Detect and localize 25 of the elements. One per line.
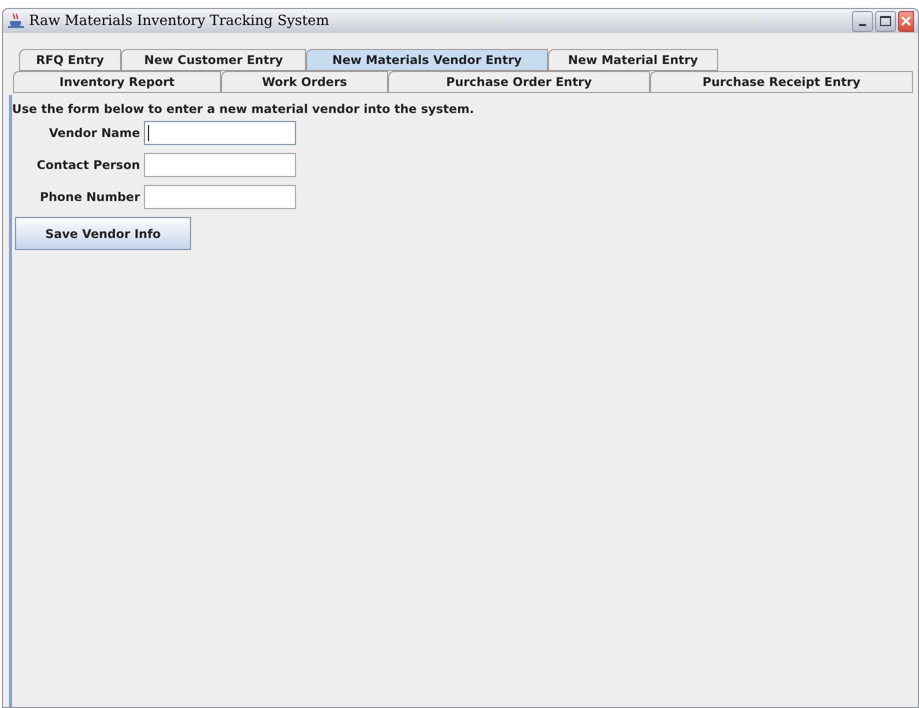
- tab[interactable]: New Customer Entry: [121, 49, 306, 71]
- input-field[interactable]: [144, 153, 296, 177]
- field-label: Vendor Name: [48, 125, 141, 142]
- minimize-icon: [859, 24, 866, 26]
- tab[interactable]: New Materials Vendor Entry: [306, 49, 548, 71]
- field-label: Phone Number: [38, 189, 141, 206]
- tab[interactable]: Purchase Receipt Entry: [650, 71, 913, 93]
- field-label: Contact Person: [36, 157, 141, 174]
- input-field[interactable]: [144, 185, 296, 209]
- minimize-button[interactable]: [852, 10, 873, 32]
- maximize-button[interactable]: [875, 10, 896, 32]
- save-vendor-info-button[interactable]: Save Vendor Info: [15, 217, 191, 250]
- window-title: Raw Materials Inventory Tracking System: [29, 12, 330, 30]
- tab[interactable]: Inventory Report: [13, 71, 221, 93]
- coffee-cup-icon: [7, 13, 25, 29]
- tab[interactable]: RFQ Entry: [19, 49, 121, 71]
- tab[interactable]: New Material Entry: [548, 49, 718, 71]
- text-cursor: [148, 125, 149, 141]
- tab[interactable]: Work Orders: [221, 71, 388, 93]
- maximize-icon: [880, 16, 891, 26]
- input-field[interactable]: [144, 121, 296, 145]
- close-button[interactable]: [898, 10, 914, 32]
- instruction-text: Use the form below to enter a new material vendor into the system.: [12, 101, 476, 117]
- close-icon: [901, 16, 911, 26]
- tab[interactable]: Purchase Order Entry: [388, 71, 650, 93]
